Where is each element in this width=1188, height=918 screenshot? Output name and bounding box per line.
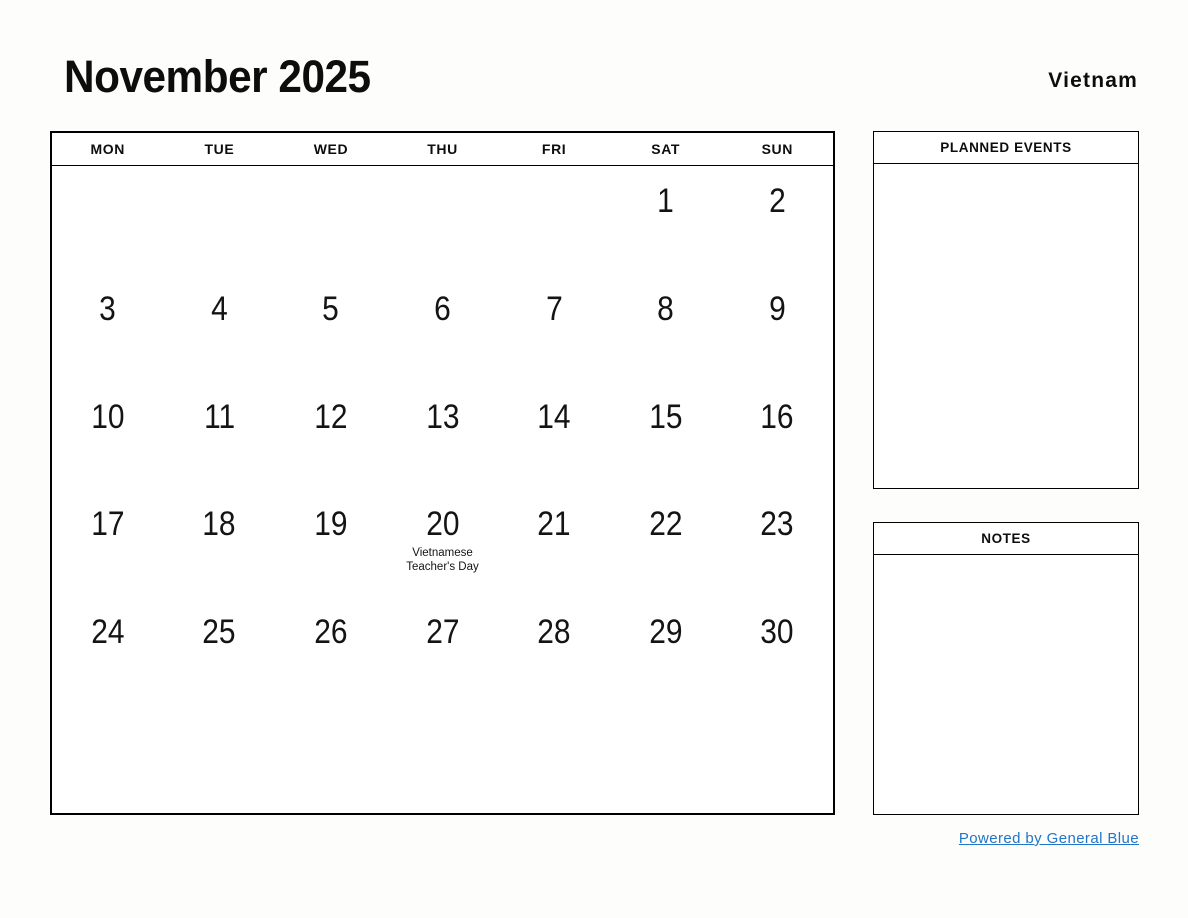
weekday-header-wed: WED (313, 141, 349, 157)
day-number: 2 (768, 182, 786, 220)
day-cell-empty (498, 166, 610, 274)
page-title: November 2025 (64, 51, 371, 102)
calendar-week-row: 12 (52, 166, 833, 274)
day-cell[interactable]: 30 (721, 597, 833, 705)
day-number: 5 (322, 289, 340, 328)
day-number: 29 (649, 613, 683, 652)
day-number: 27 (425, 613, 460, 652)
calendar-grid: MON TUE WED THU FRI SAT SUN 1 2 3 4 5 6 7 8 9 10 11 12 13 1… (50, 131, 835, 815)
day-cell-empty (52, 166, 164, 274)
day-cell[interactable]: 24 (52, 597, 164, 705)
weekday-header-sat: SAT (651, 141, 681, 157)
day-number: 21 (537, 505, 571, 544)
calendar-week-row: 17 18 19 20 Vietnamese Teacher's Day 21 22 23 (52, 489, 833, 597)
day-number: 23 (760, 505, 794, 544)
day-number: 13 (425, 397, 460, 436)
day-cell[interactable]: 26 (275, 597, 387, 705)
day-cell[interactable]: 17 (52, 489, 164, 597)
day-cell[interactable]: 25 (164, 597, 276, 705)
day-cell[interactable]: 13 (387, 382, 499, 490)
weekday-header-mon: MON (90, 141, 126, 157)
day-cell[interactable]: 7 (498, 274, 610, 382)
day-number: 20 (425, 505, 460, 544)
planned-events-writing-area[interactable] (874, 164, 1138, 488)
day-cell-empty (721, 705, 833, 813)
day-number: 6 (434, 289, 451, 328)
day-number: 25 (202, 613, 237, 652)
day-cell[interactable]: 29 (610, 597, 722, 705)
holiday-label: Vietnamese Teacher's Day (406, 547, 479, 574)
day-cell[interactable]: 3 (52, 274, 164, 382)
day-number: 7 (545, 289, 563, 328)
day-number: 24 (91, 613, 125, 652)
day-cell[interactable]: 12 (275, 382, 387, 490)
page-header: November 2025 Vietnam (50, 46, 1138, 118)
day-number: 8 (657, 289, 675, 328)
day-cell[interactable]: 15 (610, 382, 722, 490)
day-cell[interactable]: 5 (275, 274, 387, 382)
notes-title: NOTES (874, 523, 1138, 555)
day-cell[interactable]: 28 (498, 597, 610, 705)
day-number: 3 (99, 289, 117, 328)
day-cell-empty (387, 166, 499, 274)
day-cell-empty (610, 705, 722, 813)
day-cell[interactable]: 21 (498, 489, 610, 597)
day-cell[interactable]: 8 (610, 274, 722, 382)
day-cell[interactable]: 23 (721, 489, 833, 597)
day-number: 4 (211, 289, 228, 328)
weekday-header-thu: THU (427, 141, 458, 157)
day-cell[interactable]: 18 (164, 489, 276, 597)
weekday-header-tue: TUE (204, 141, 235, 157)
day-cell-empty (387, 705, 499, 813)
day-cell[interactable]: 22 (610, 489, 722, 597)
planned-events-title: PLANNED EVENTS (874, 132, 1138, 164)
calendar-week-row: 24 25 26 27 28 29 30 (52, 597, 833, 705)
day-number: 28 (537, 613, 571, 652)
country-label: Vietnam (1048, 69, 1138, 92)
day-cell[interactable]: 6 (387, 274, 499, 382)
day-number: 19 (314, 505, 348, 544)
day-number: 1 (657, 182, 675, 220)
day-cell[interactable]: 4 (164, 274, 276, 382)
day-cell[interactable]: 16 (721, 382, 833, 490)
day-cell[interactable]: 10 (52, 382, 164, 490)
calendar-week-row (52, 705, 833, 813)
day-cell[interactable]: 2 (721, 166, 833, 274)
day-cell[interactable]: 9 (721, 274, 833, 382)
day-cell-empty (275, 705, 387, 813)
day-number: 17 (91, 505, 125, 544)
notes-panel: NOTES (873, 522, 1139, 815)
day-cell-empty (498, 705, 610, 813)
day-number: 16 (760, 397, 794, 436)
weekday-header-sun: SUN (761, 141, 793, 157)
day-number: 12 (314, 397, 348, 436)
calendar-week-row: 3 4 5 6 7 8 9 (52, 274, 833, 382)
day-number: 14 (537, 397, 571, 436)
weekday-header-fri: FRI (541, 141, 567, 157)
powered-by-link[interactable]: Powered by General Blue (873, 830, 1139, 847)
day-number: 22 (649, 505, 683, 544)
day-number: 15 (649, 397, 683, 436)
day-cell-empty (164, 166, 276, 274)
day-cell-empty (164, 705, 276, 813)
day-number: 26 (314, 613, 348, 652)
day-cell-empty (275, 166, 387, 274)
day-cell[interactable]: 20 Vietnamese Teacher's Day (387, 489, 499, 597)
day-number: 9 (768, 289, 786, 328)
day-cell[interactable]: 1 (610, 166, 722, 274)
notes-writing-area[interactable] (874, 555, 1138, 814)
day-cell[interactable]: 11 (164, 382, 276, 490)
day-number: 10 (91, 397, 125, 436)
day-number: 11 (203, 397, 235, 436)
weekday-header-row: MON TUE WED THU FRI SAT SUN (52, 133, 833, 166)
calendar-weeks: 1 2 3 4 5 6 7 8 9 10 11 12 13 14 15 16 17 18 19 20 Vietnames… (52, 166, 833, 813)
calendar-week-row: 10 11 12 13 14 15 16 (52, 382, 833, 490)
day-number: 30 (760, 613, 794, 652)
day-cell[interactable]: 14 (498, 382, 610, 490)
day-number: 18 (202, 505, 237, 544)
day-cell[interactable]: 27 (387, 597, 499, 705)
day-cell-empty (52, 705, 164, 813)
planned-events-panel: PLANNED EVENTS (873, 131, 1139, 489)
day-cell[interactable]: 19 (275, 489, 387, 597)
